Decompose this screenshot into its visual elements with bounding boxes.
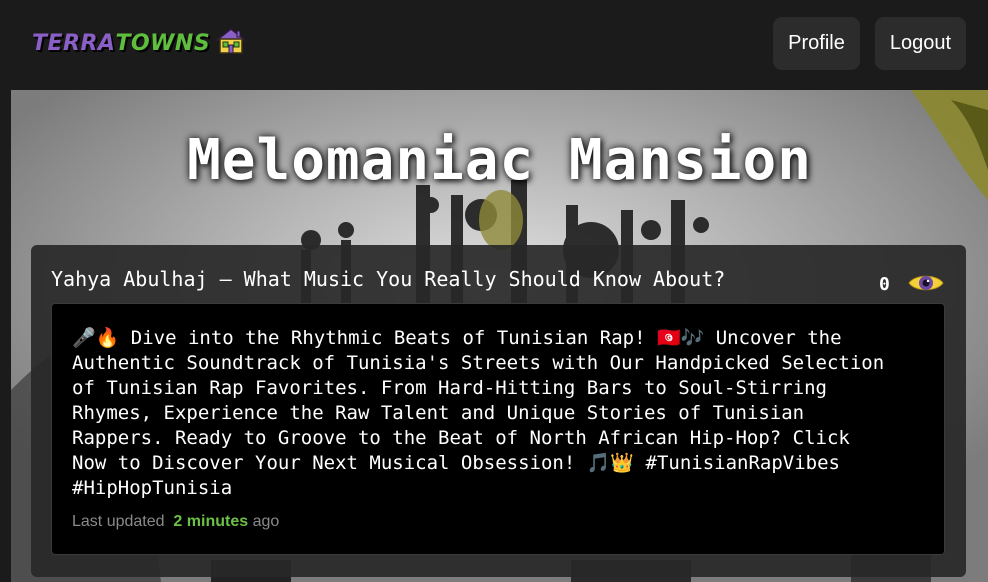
terratowns-logo[interactable]: TERRA TOWNS	[32, 26, 248, 60]
post-line: Authentic Soundtrack of Tunisia's Street…	[72, 352, 885, 374]
logo-text-towns: TOWNS	[115, 30, 211, 56]
top-navbar: TERRA TOWNS Profile Logout	[0, 0, 988, 90]
logout-button[interactable]: Logout	[875, 17, 966, 70]
post-card: Yahya Abulhaj — What Music You Really Sh…	[31, 245, 966, 577]
last-updated-suffix: ago	[252, 513, 280, 530]
profile-button[interactable]: Profile	[773, 17, 860, 70]
post-line: 🎤🔥 Dive into the Rhythmic Beats of Tunis…	[72, 327, 842, 349]
post-title[interactable]: Yahya Abulhaj — What Music You Really Sh…	[51, 267, 725, 291]
logo-text-terra: TERRA	[32, 30, 116, 56]
last-updated: Last updated 2 minutes ago	[72, 513, 279, 531]
post-line: Now to Discover Your Next Musical Obsess…	[72, 452, 840, 474]
post-line: Rappers. Ready to Groove to the Beat of …	[72, 427, 850, 449]
last-updated-time: 2 minutes	[173, 513, 249, 530]
post-description: 🎤🔥 Dive into the Rhythmic Beats of Tunis…	[72, 326, 932, 501]
post-line: of Tunisian Rap Favorites. From Hard-Hit…	[72, 377, 827, 399]
eye-icon[interactable]	[907, 271, 945, 295]
view-count: 0	[879, 274, 890, 295]
post-line: #HipHopTunisia	[72, 477, 233, 499]
town-title: Melomaniac Mansion	[187, 128, 812, 193]
post-body: 🎤🔥 Dive into the Rhythmic Beats of Tunis…	[51, 303, 945, 555]
post-line: Rhymes, Experience the Raw Talent and Un…	[72, 402, 805, 424]
house-icon	[214, 26, 248, 60]
last-updated-prefix: Last updated	[72, 513, 165, 530]
